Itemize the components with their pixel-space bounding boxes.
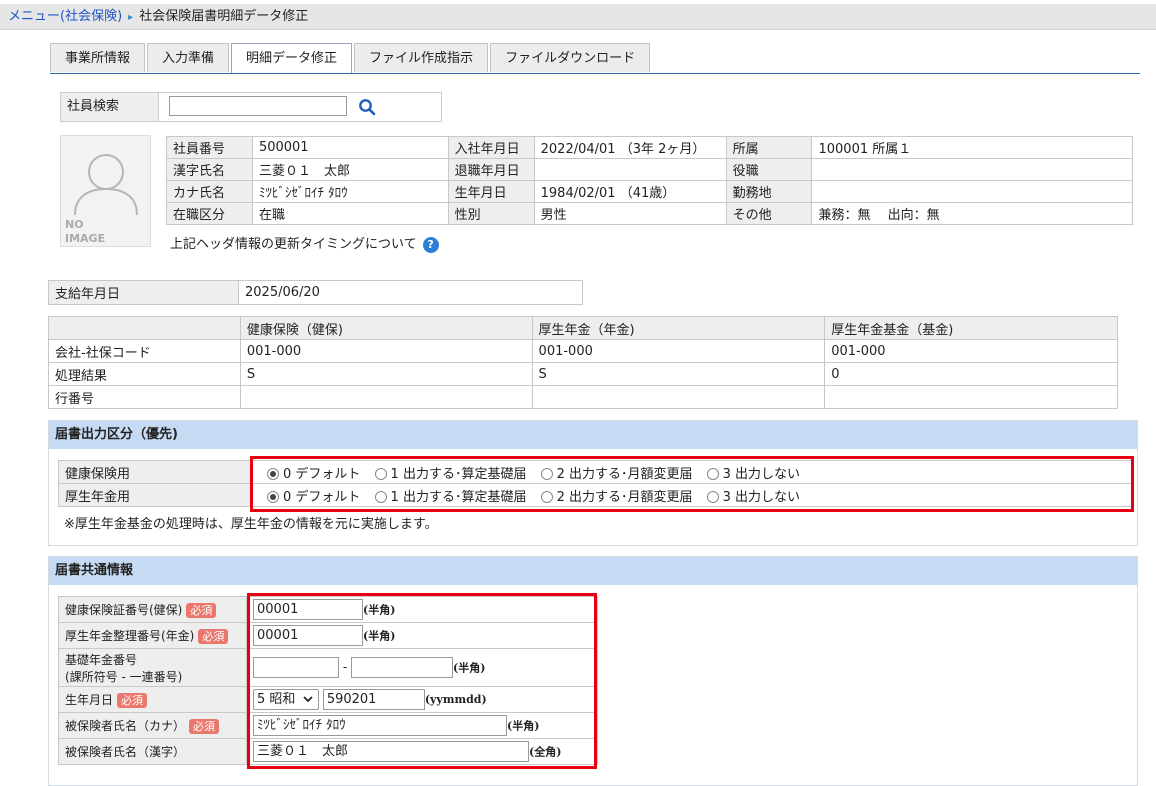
no-image-text: NO IMAGE <box>65 218 106 245</box>
required-badge: 必須 <box>117 693 148 708</box>
table-row: 会社-社保コード 001-000 001-000 001-000 <box>48 339 1118 363</box>
payment-date-label: 支給年月日 <box>48 280 239 305</box>
header-update-help: 上記ヘッダ情報の更新タイミングについて? <box>170 233 439 253</box>
value-position <box>811 158 1133 181</box>
label-other: その他 <box>725 202 813 225</box>
tab-file-download[interactable]: ファイルダウンロード <box>490 43 651 72</box>
employee-info-table: 社員番号 500001 入社年月日 2022/04/01 （3年 2ヶ月） 所属… <box>166 136 1133 225</box>
help-text: 上記ヘッダ情報の更新タイミングについて <box>170 237 417 252</box>
section-title: 届書共通情報 <box>49 557 1137 585</box>
label-employee-no: 社員番号 <box>166 136 253 159</box>
column-header: 厚生年金（年金) <box>531 316 826 340</box>
value-employee-no: 500001 <box>251 136 449 159</box>
health-insurance-no-label: 健康保険証番号(健保) 必須 <box>58 596 247 623</box>
section-title: 届書出力区分（優先) <box>49 421 1137 449</box>
label-hire-date: 入社年月日 <box>447 136 535 159</box>
label-workplace: 勤務地 <box>725 180 813 203</box>
output-note: ※厚生年金基金の処理時は、厚生年金の情報を元に実施します。 <box>64 517 438 532</box>
highlight-box-common <box>247 593 597 769</box>
value-hire-date: 2022/04/01 （3年 2ヶ月） <box>533 136 727 159</box>
insurance-table: 健康保険（健保) 厚生年金（年金) 厚生年金基金（基金) 会社-社保コード 00… <box>48 316 1118 409</box>
label-status: 在職区分 <box>166 202 253 225</box>
employee-search: 社員検索 <box>60 92 442 122</box>
payment-date-value: 2025/06/20 <box>238 280 583 305</box>
tab-file-create[interactable]: ファイル作成指示 <box>354 43 489 72</box>
pension-no-label: 厚生年金整理番号(年金) 必須 <box>58 622 247 649</box>
tab-underline <box>50 73 1140 74</box>
value-department: 100001 所属１ <box>811 136 1133 159</box>
tab-detail-edit[interactable]: 明細データ修正 <box>231 43 353 74</box>
tab-bar: 事業所情報 入力準備 明細データ修正 ファイル作成指示 ファイルダウンロード <box>50 43 651 74</box>
kana-name-label: 被保険者氏名（カナ） 必須 <box>58 712 247 739</box>
employee-search-input[interactable] <box>169 96 347 116</box>
column-header: 健康保険（健保) <box>239 316 533 340</box>
value-kana-name: ﾐﾂﾋﾞｼｾﾞﾛｲﾁ ﾀﾛｳ <box>251 180 449 203</box>
table-row: 漢字氏名 三菱０１ 太郎 退職年月日 役職 <box>166 158 1133 181</box>
column-header <box>48 316 241 340</box>
cell: S <box>239 362 533 386</box>
table-row: カナ氏名 ﾐﾂﾋﾞｼｾﾞﾛｲﾁ ﾀﾛｳ 生年月日 1984/02/01 （41歳… <box>166 180 1133 203</box>
cell <box>824 385 1118 409</box>
cell: 001-000 <box>239 339 533 363</box>
birth-date-label: 生年月日 必須 <box>58 686 247 713</box>
table-row: 在職区分 在職 性別 男性 その他 兼務：無 出向：無 <box>166 202 1133 225</box>
breadcrumb-current: 社会保険届書明細データ修正 <box>139 9 309 24</box>
basic-pension-no-label: 基礎年金番号 (課所符号 - 一連番号) <box>58 648 247 687</box>
cell <box>239 385 533 409</box>
output-label-health: 健康保険用 <box>58 460 251 484</box>
cell: 0 <box>824 362 1118 386</box>
required-badge: 必須 <box>198 629 229 644</box>
label-birth-date: 生年月日 <box>447 180 535 203</box>
tab-input-prep[interactable]: 入力準備 <box>147 43 230 72</box>
cell <box>531 385 826 409</box>
label-department: 所属 <box>725 136 813 159</box>
chevron-right-icon: ▸ <box>128 12 134 23</box>
column-header: 厚生年金基金（基金) <box>824 316 1118 340</box>
required-badge: 必須 <box>186 603 217 618</box>
value-retire-date <box>533 158 727 181</box>
table-row: 行番号 <box>48 385 1118 409</box>
label-retire-date: 退職年月日 <box>447 158 535 181</box>
breadcrumb-link-menu[interactable]: メニュー(社会保険) <box>8 9 122 24</box>
label-kana-name: カナ氏名 <box>166 180 253 203</box>
row-label: 処理結果 <box>48 362 241 386</box>
table-header-row: 健康保険（健保) 厚生年金（年金) 厚生年金基金（基金) <box>48 316 1118 340</box>
table-row: 社員番号 500001 入社年月日 2022/04/01 （3年 2ヶ月） 所属… <box>166 136 1133 159</box>
row-label: 行番号 <box>48 385 241 409</box>
value-gender: 男性 <box>533 202 727 225</box>
required-badge: 必須 <box>189 719 220 734</box>
help-icon[interactable]: ? <box>422 236 439 253</box>
highlight-box-output <box>250 456 1134 512</box>
value-birth-date: 1984/02/01 （41歳） <box>533 180 727 203</box>
label-gender: 性別 <box>447 202 535 225</box>
output-label-pension: 厚生年金用 <box>58 483 251 507</box>
cell: S <box>531 362 826 386</box>
avatar-icon <box>74 154 138 216</box>
value-kanji-name: 三菱０１ 太郎 <box>251 158 449 181</box>
value-workplace <box>811 180 1133 203</box>
label-position: 役職 <box>725 158 813 181</box>
cell: 001-000 <box>531 339 826 363</box>
row-label: 会社-社保コード <box>48 339 241 363</box>
tab-office-info[interactable]: 事業所情報 <box>50 43 146 72</box>
employee-search-label: 社員検索 <box>61 93 159 121</box>
cell: 001-000 <box>824 339 1118 363</box>
employee-photo-placeholder: NO IMAGE <box>60 135 151 247</box>
search-icon[interactable] <box>358 98 376 116</box>
value-status: 在職 <box>251 202 449 225</box>
breadcrumb: メニュー(社会保険) ▸ 社会保険届書明細データ修正 <box>0 4 1156 30</box>
kanji-name-label: 被保険者氏名（漢字） <box>58 738 247 765</box>
payment-date-table: 支給年月日 2025/06/20 <box>48 280 583 305</box>
table-row: 処理結果 S S 0 <box>48 362 1118 386</box>
label-kanji-name: 漢字氏名 <box>166 158 253 181</box>
value-other: 兼務：無 出向：無 <box>811 202 1133 225</box>
